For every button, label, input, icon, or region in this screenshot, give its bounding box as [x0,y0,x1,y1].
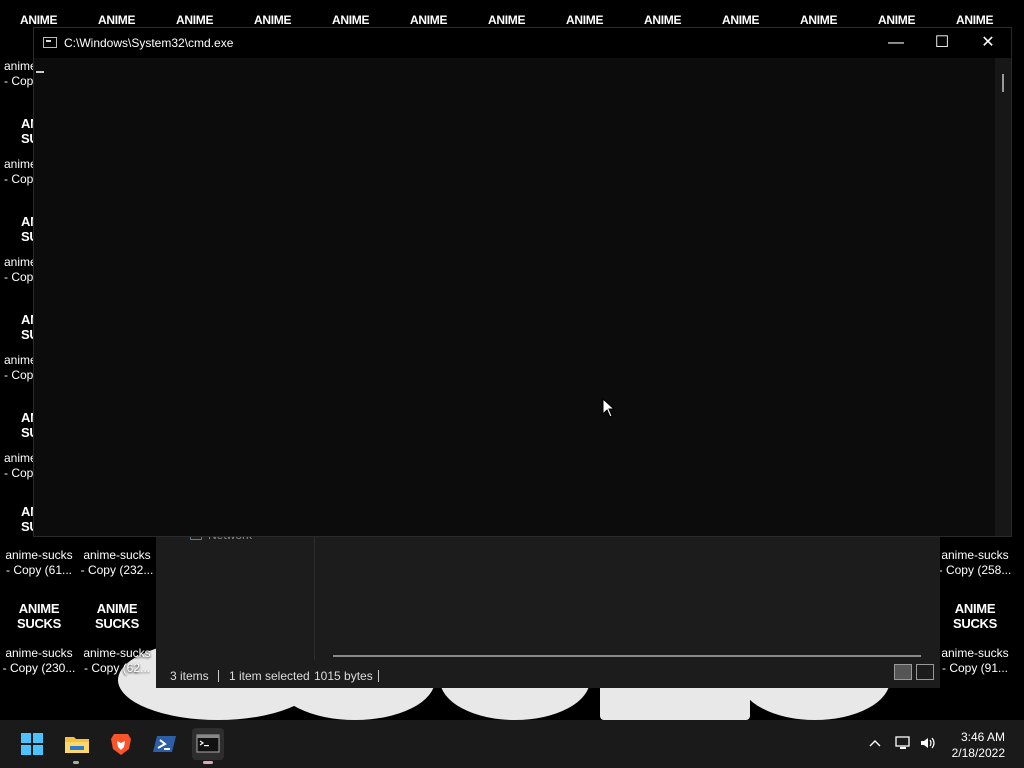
title-bar[interactable]: C:\Windows\System32\cmd.exe — ☐ ✕ [34,28,1011,58]
desktop-icon-thumb[interactable]: ANIME [410,13,447,27]
icon-thumb: ANI SU [21,214,43,244]
desktop-icon-thumb[interactable]: ANIME [20,13,57,27]
navigation-pane[interactable]: Network [156,528,315,660]
divider [218,670,219,682]
taskbar: 3:46 AM 2/18/2022 [0,720,1024,768]
text-cursor [36,71,44,73]
desktop-icon[interactable]: ANIME SUCKS anime-sucks - Copy (62... [78,601,156,676]
desktop-icon-label[interactable]: anime - Cop [4,451,34,481]
selected-size: 1015 bytes [314,669,373,683]
powershell-taskbar-button[interactable] [149,728,181,760]
desktop-icon[interactable]: ANIME SUCKS anime-sucks - Copy (230... [0,601,78,676]
desktop-icon[interactable]: ANI SU [0,312,43,342]
horizontal-scrollbar[interactable] [333,655,921,657]
brave-icon [111,734,131,755]
minimize-button[interactable]: — [873,28,919,58]
desktop-icon-thumb[interactable]: ANIME [254,13,291,27]
icon-label: anime-sucks - Copy (232... [80,548,154,577]
clock-date: 2/18/2022 [951,746,1005,760]
windows-logo-icon [21,733,43,755]
desktop-icon[interactable]: anime-sucks - Copy (258... [936,548,1014,578]
icon-thumb: ANIME SUCKS [16,601,61,631]
running-indicator [73,761,79,764]
icon-label: anime - Cop [4,353,34,382]
details-view-button[interactable] [894,664,912,680]
status-bar: 3 items 1 item selected 1015 bytes [156,664,940,688]
desktop-icon[interactable]: ANI SU [0,410,43,440]
desktop-icon[interactable]: ANIME SUCKS anime-sucks - Copy (91... [936,601,1014,676]
cmd-icon [43,37,57,48]
desktop-icon[interactable]: anime-sucks - Copy (232... [78,548,156,578]
icon-label: anime - Cop [4,157,34,186]
show-hidden-icons-button[interactable] [868,736,882,753]
icon-thumb: ANI SU [21,116,43,146]
close-button[interactable]: ✕ [965,28,1011,58]
desktop-icon-thumb[interactable]: ANIME [98,13,135,27]
terminal-icon [196,734,220,753]
icon-thumb: ANIME SUCKS [952,601,997,631]
desktop-icon-label[interactable]: anime - Cop [4,59,34,89]
divider [378,670,379,682]
icon-label: anime - Cop [4,59,34,88]
maximize-button[interactable]: ☐ [919,28,965,58]
large-icons-view-button[interactable] [916,664,934,680]
desktop-icon-thumb[interactable]: ANIME [488,13,525,27]
speaker-icon [921,737,935,749]
desktop-icon[interactable]: ANI SU [0,116,43,146]
start-button[interactable] [16,728,48,760]
icon-label: anime-sucks - Copy (61... [5,548,73,577]
desktop-icon[interactable]: anime-sucks - Copy (61... [0,548,78,578]
brave-taskbar-button[interactable] [105,728,137,760]
volume-tray-button[interactable] [919,735,937,754]
desktop-icon-label[interactable]: anime - Cop [4,353,34,383]
cmd-taskbar-button[interactable] [192,728,224,764]
selected-count: 1 item selected [229,669,310,683]
scrollbar-thumb[interactable] [1002,74,1004,92]
desktop-icon-thumb[interactable]: ANIME [956,13,993,27]
icon-thumb: ANIME SUCKS [94,601,139,631]
icon-label: anime-sucks - Copy (258... [938,548,1012,577]
desktop-icon-thumb[interactable]: ANIME [332,13,369,27]
system-clock[interactable]: 3:46 AM 2/18/2022 [952,729,1005,761]
desktop-icon[interactable]: ANI SU [0,504,43,534]
desktop-icon-thumb[interactable]: ANIME [722,13,759,27]
file-explorer-taskbar-button[interactable] [61,728,93,764]
desktop-icon-label[interactable]: anime - Cop [4,255,34,285]
desktop-icon-label[interactable]: anime - Cop [4,157,34,187]
mouse-pointer-icon [602,398,616,418]
icon-label: anime - Cop [4,451,34,480]
cmd-window[interactable]: C:\Windows\System32\cmd.exe — ☐ ✕ [33,27,1012,537]
icon-thumb: ANI SU [21,504,43,534]
icon-label: anime-sucks - Copy (230... [2,646,76,675]
desktop-icon-thumb[interactable]: ANIME [644,13,681,27]
file-explorer-window[interactable]: Network 3 items 1 item selected 1015 byt… [156,528,940,688]
chevron-up-icon [869,740,881,747]
icon-label: anime - Cop [4,255,34,284]
active-indicator [203,761,213,764]
desktop-icon-thumb[interactable]: ANIME [878,13,915,27]
folder-icon [65,737,89,753]
icon-label: anime-sucks - Copy (62... [83,646,151,675]
vertical-scrollbar[interactable] [995,58,1011,536]
icon-label: anime-sucks - Copy (91... [941,646,1009,675]
desktop-icon-thumb[interactable]: ANIME [566,13,603,27]
desktop-icon-thumb[interactable]: ANIME [176,13,213,27]
clock-time: 3:46 AM [960,730,1005,744]
network-tray-button[interactable] [894,735,912,754]
desktop-icon-thumb[interactable]: ANIME [800,13,837,27]
window-title: C:\Windows\System32\cmd.exe [64,36,234,50]
icon-thumb: ANI SU [21,312,43,342]
items-count: 3 items [170,669,209,683]
powershell-icon [153,736,176,752]
desktop-icon[interactable]: ANI SU [0,214,43,244]
icon-thumb: ANI SU [21,410,43,440]
network-icon [895,736,910,749]
